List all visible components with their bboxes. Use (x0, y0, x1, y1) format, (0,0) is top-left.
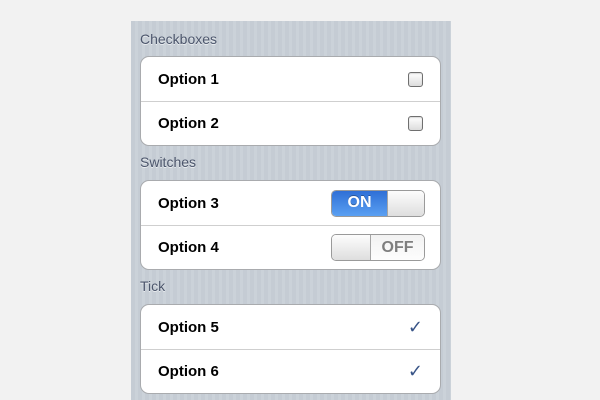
checkbox-group: Option 1 Option 2 (140, 56, 441, 146)
switch-off-label: OFF (371, 235, 424, 260)
switch-on-label: ON (332, 190, 387, 216)
checkbox-row-option-1[interactable]: Option 1 (141, 57, 440, 101)
option-label: Option 2 (158, 115, 219, 132)
checkmark-icon: ✓ (407, 361, 423, 381)
section-title-checkboxes: Checkboxes (140, 31, 218, 47)
option-label: Option 1 (158, 70, 219, 88)
section-title-tick: Tick (140, 278, 166, 294)
section-title-switches: Switches (140, 154, 197, 170)
switch-knob[interactable] (332, 235, 371, 260)
tick-row-option-6[interactable]: Option 6 ✓ (141, 349, 440, 393)
checkbox-row-option-2[interactable]: Option 2 (141, 101, 440, 145)
switch-group: Option 3 ON Option 4 OFF (140, 180, 441, 270)
switch-row-option-4[interactable]: Option 4 OFF (141, 225, 440, 269)
toggle-switch-option-4[interactable]: OFF (331, 234, 425, 261)
switch-row-option-3[interactable]: Option 3 ON (141, 181, 440, 225)
option-label: Option 5 (158, 318, 219, 336)
tick-group: Option 5 ✓ Option 6 ✓ (140, 304, 441, 394)
checkbox-option-1[interactable] (408, 71, 423, 87)
toggle-switch-option-3[interactable]: ON (331, 189, 425, 217)
settings-panel: Checkboxes Option 1 Option 2 Switches Op… (131, 21, 451, 400)
switch-knob[interactable] (387, 190, 424, 216)
option-label: Option 4 (158, 239, 219, 256)
option-label: Option 6 (158, 363, 219, 380)
checkbox-option-2[interactable] (408, 116, 423, 131)
tick-row-option-5[interactable]: Option 5 ✓ (141, 305, 440, 349)
checkmark-icon: ✓ (407, 316, 423, 337)
option-label: Option 3 (158, 194, 219, 212)
